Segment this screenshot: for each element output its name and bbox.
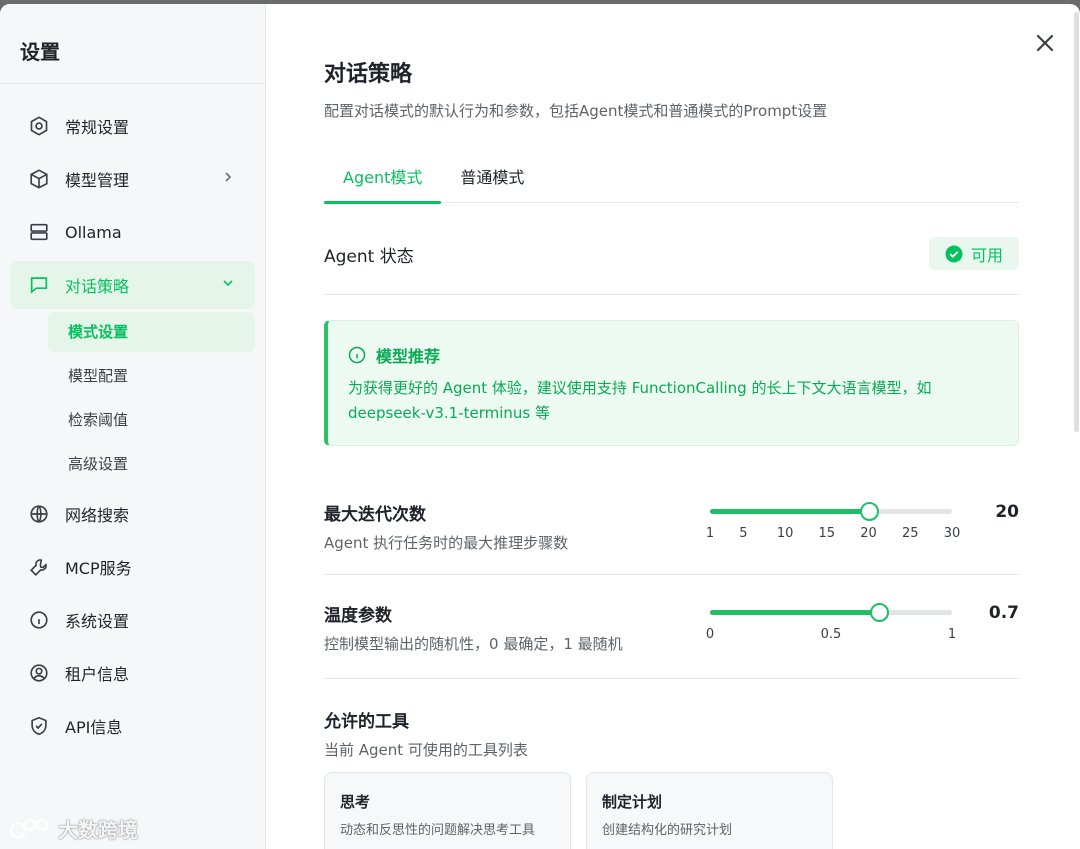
sidebar-item-label: 网络搜索 [65,506,130,525]
sidebar-item-label: MCP服务 [65,559,132,578]
sidebar-item-chat-strategy[interactable]: 对话策略 [10,261,255,309]
scrollbar[interactable] [1072,4,1080,444]
slider-fill [710,610,880,615]
server-icon [28,221,50,243]
model-recommendation-tip: 模型推荐 为获得更好的 Agent 体验，建议使用支持 FunctionCall… [324,320,1019,446]
sidebar-item-general[interactable]: 常规设置 [10,102,255,150]
tool-card-plan[interactable]: 制定计划 创建结构化的研究计划 [586,772,833,849]
sidebar: 设置 常规设置 模型管理 Ollama 对话策略 模式设置 模型配置 检索阈值 … [0,4,266,849]
temperature-slider[interactable] [710,603,952,622]
page-description: 配置对话模式的默认行为和参数，包括Agent模式和普通模式的Prompt设置 [324,102,828,120]
max-iterations-value: 20 [995,502,1019,522]
chevron-down-icon [223,280,233,287]
tick-label: 0 [705,627,715,642]
tab-agent-mode[interactable]: Agent模式 [324,154,442,204]
max-iterations-slider[interactable] [710,502,952,521]
main-panel: 对话策略 配置对话模式的默认行为和参数，包括Agent模式和普通模式的Promp… [266,4,1080,849]
allowed-tools-title: 允许的工具 [324,712,409,732]
sidebar-nav: 常规设置 模型管理 Ollama 对话策略 模式设置 模型配置 检索阈值 高级设… [0,84,265,750]
max-iterations-desc: Agent 执行任务时的最大推理步骤数 [324,534,569,552]
wrench-icon [28,556,50,578]
sidebar-item-mcp[interactable]: MCP服务 [10,543,255,591]
max-iterations-ticks: 1 5 10 15 20 25 30 [706,526,960,542]
status-badge-text: 可用 [970,245,1003,265]
watermark-text: 大数跨境 [58,818,138,842]
sub-item-advanced[interactable]: 高级设置 [48,444,255,484]
tool-desc: 动态和反思性的问题解决思考工具 [340,823,536,838]
tool-desc: 创建结构化的研究计划 [602,823,733,838]
user-circle-icon [28,662,50,684]
temperature-row: 温度参数 控制模型输出的随机性，0 最确定，1 最随机 0 0.5 1 0.7 [324,575,1019,679]
temperature-desc: 控制模型输出的随机性，0 最确定，1 最随机 [324,635,623,653]
sub-item-retrieval-threshold[interactable]: 检索阈值 [48,400,255,440]
watermark: 大数跨境 [8,814,138,843]
mode-tabs: Agent模式 普通模式 [324,154,1019,204]
sub-item-model-config[interactable]: 模型配置 [48,356,255,396]
sidebar-item-label: 对话策略 [65,277,130,296]
tick-label: 30 [943,526,961,541]
sidebar-item-label: 模型管理 [65,171,130,190]
slider-thumb[interactable] [870,603,890,622]
check-circle-icon [945,245,963,262]
tip-header: 模型推荐 [348,343,440,367]
tab-normal-mode[interactable]: 普通模式 [441,154,543,203]
watermark-logo-icon [9,818,49,838]
tick-label: 0.5 [820,627,842,642]
settings-hex-icon [28,115,50,137]
tip-body: 为获得更好的 Agent 体验，建议使用支持 FunctionCalling 的… [348,379,932,422]
scrollbar-thumb[interactable] [1074,12,1079,432]
sidebar-item-label: 租户信息 [65,665,130,684]
tick-label: 1 [705,526,715,541]
settings-dialog: 设置 常规设置 模型管理 Ollama 对话策略 模式设置 模型配置 检索阈值 … [0,4,1080,849]
sub-nav: 模式设置 模型配置 检索阈值 高级设置 [48,312,255,484]
sidebar-item-label: 系统设置 [65,612,130,631]
sidebar-item-system[interactable]: 系统设置 [10,596,255,644]
sidebar-item-label: 常规设置 [65,118,130,137]
sidebar-item-web-search[interactable]: 网络搜索 [10,490,255,538]
status-badge: 可用 [929,237,1019,270]
chevron-right-icon [225,172,232,182]
tool-name: 思考 [340,793,371,811]
tick-label: 5 [739,526,748,541]
temperature-value: 0.7 [988,603,1019,623]
tick-label: 20 [860,526,877,541]
tool-name: 制定计划 [602,793,663,811]
sub-item-mode-settings[interactable]: 模式设置 [48,312,255,352]
sidebar-item-label: Ollama [65,222,122,242]
tick-label: 1 [947,627,957,642]
temperature-label: 温度参数 [324,606,392,626]
sidebar-item-api[interactable]: API信息 [10,702,255,750]
tick-label: 25 [901,526,919,541]
chat-icon [28,274,50,296]
globe-icon [28,503,50,525]
agent-status-label: Agent 状态 [324,247,414,267]
allowed-tools-desc: 当前 Agent 可使用的工具列表 [324,741,528,759]
close-icon[interactable] [1034,32,1056,54]
sidebar-item-tenant[interactable]: 租户信息 [10,649,255,697]
tip-title: 模型推荐 [376,347,441,366]
slider-fill [710,509,869,514]
slider-thumb[interactable] [859,502,879,521]
info-icon [28,609,50,631]
sidebar-item-ollama[interactable]: Ollama [10,208,255,256]
sidebar-title: 设置 [0,4,265,84]
sidebar-item-label: API信息 [65,718,123,737]
agent-status-row: Agent 状态 可用 [324,204,1019,295]
max-iterations-row: 最大迭代次数 Agent 执行任务时的最大推理步骤数 1 5 10 15 20 25 30 … [324,474,1019,575]
cube-icon [28,168,50,190]
sidebar-item-models[interactable]: 模型管理 [10,155,255,203]
tool-card-think[interactable]: 思考 动态和反思性的问题解决思考工具 [324,772,571,849]
info-icon [348,346,366,364]
page-title: 对话策略 [324,62,413,87]
temperature-ticks: 0 0.5 1 [706,627,956,643]
max-iterations-label: 最大迭代次数 [324,505,426,525]
tick-label: 10 [776,526,794,541]
shield-icon [28,715,50,737]
tick-label: 15 [818,526,836,541]
